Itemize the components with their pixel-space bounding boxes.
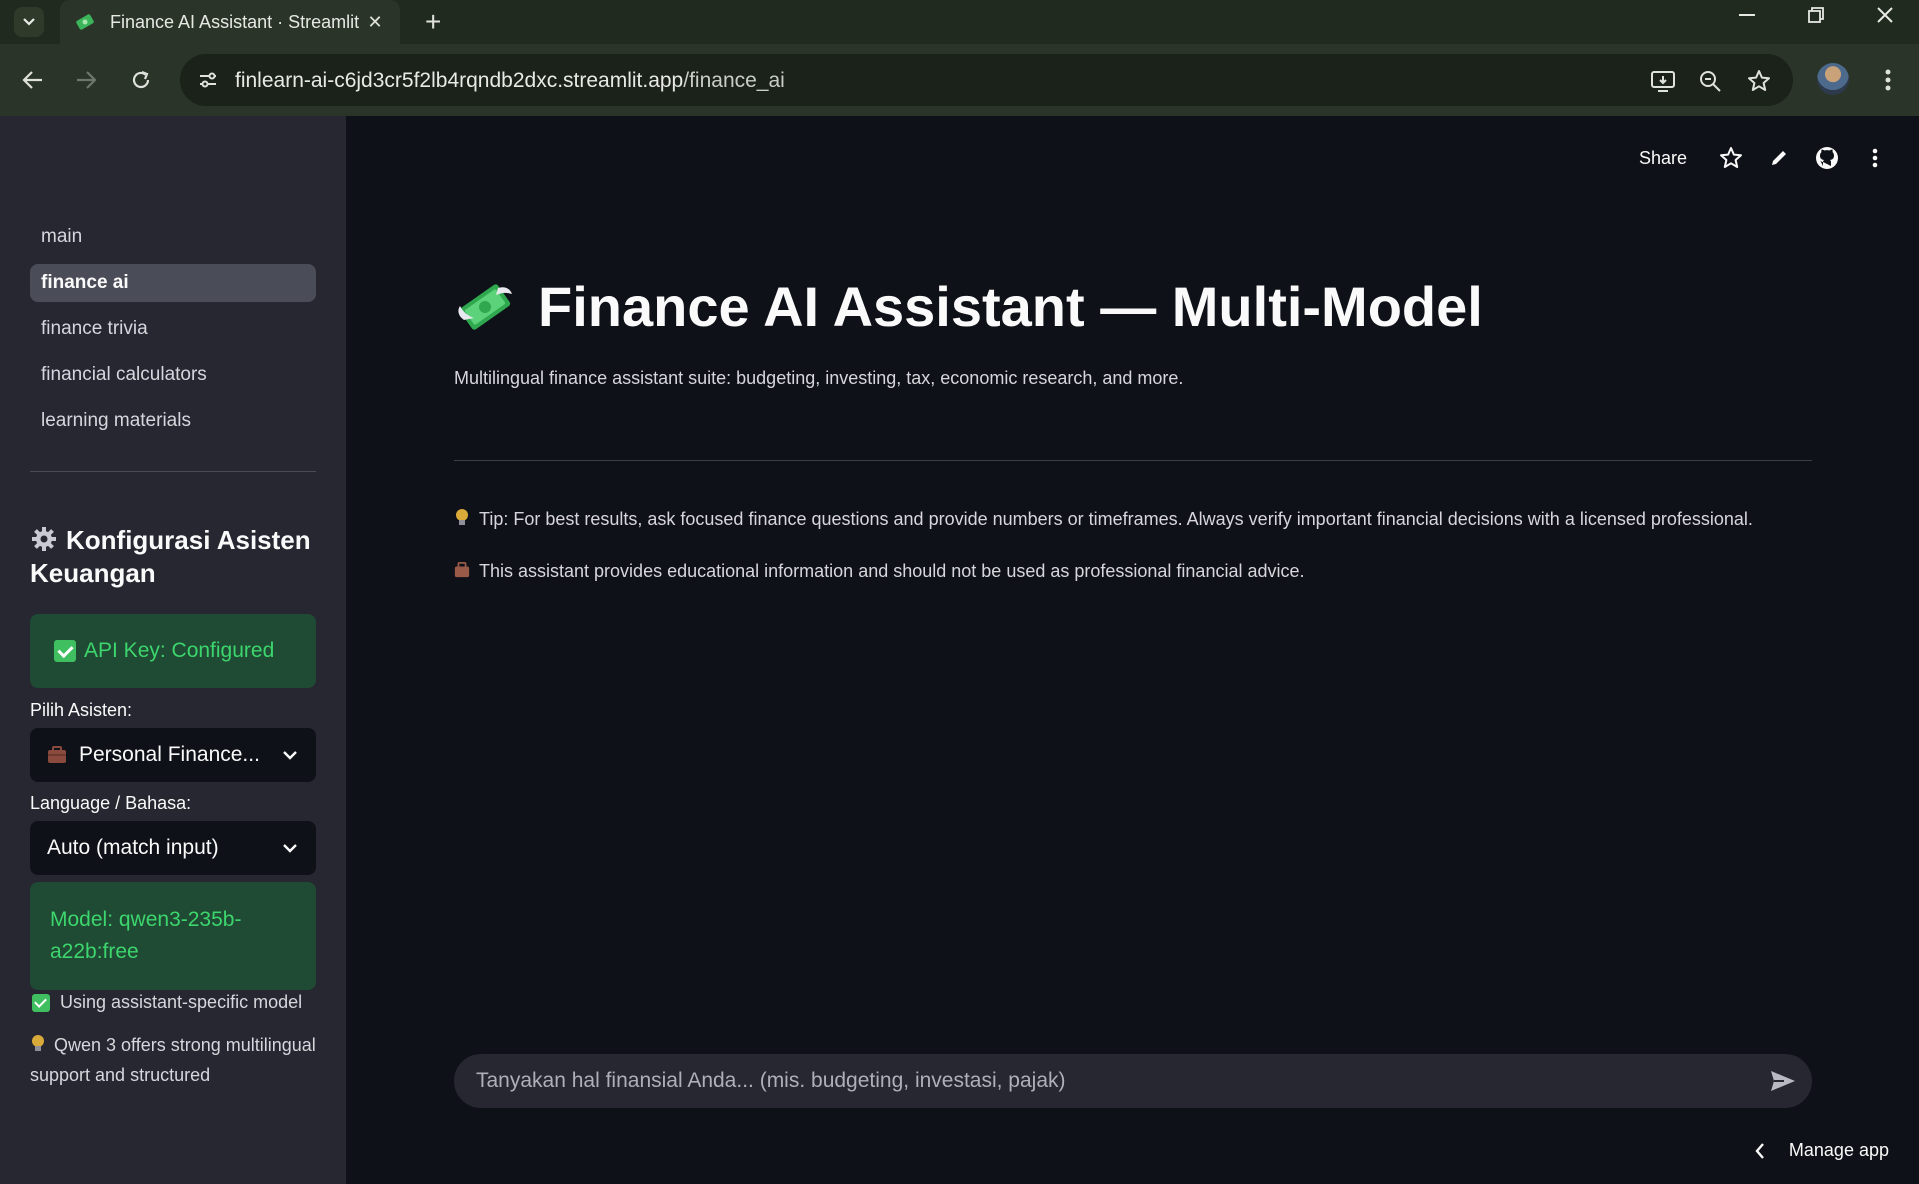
url-host: finlearn-ai-c6jd3cr5f2lb4rqndb2dxc.strea… — [235, 69, 684, 92]
page-title: Finance AI Assistant — Multi-Model — [454, 274, 1483, 339]
restore-icon[interactable] — [1792, 0, 1840, 30]
reload-icon[interactable] — [125, 64, 157, 96]
address-bar[interactable]: finlearn-ai-c6jd3cr5f2lb4rqndb2dxc.strea… — [180, 54, 1793, 106]
api-key-status-text: API Key: Configured — [84, 639, 275, 662]
language-select-value: Auto (match input) — [47, 836, 219, 859]
sidebar-heading: Konfigurasi Asisten Keuangan — [30, 524, 330, 590]
browser-tab[interactable]: Finance AI Assistant · Streamlit ✕ — [60, 0, 400, 44]
model-check-text: Using assistant-specific model — [60, 992, 303, 1012]
page-subtitle: Multilingual finance assistant suite: bu… — [454, 368, 1184, 388]
browser-tab-bar: Finance AI Assistant · Streamlit ✕ + — [0, 0, 1919, 44]
main-content: Share Finance AI Assistant — Multi-Model… — [346, 116, 1919, 1184]
lightbulb-icon — [456, 509, 468, 525]
api-key-status: API Key: Configured — [30, 614, 316, 688]
zoom-icon[interactable] — [1696, 67, 1724, 95]
send-icon[interactable] — [1768, 1067, 1798, 1095]
tab-search-button[interactable] — [14, 7, 44, 37]
new-tab-icon[interactable]: + — [425, 6, 441, 38]
main-divider — [454, 460, 1812, 461]
checkmark-icon — [32, 993, 50, 1012]
sidebar-divider — [30, 471, 316, 472]
money-with-wings-icon — [458, 283, 512, 330]
disclaimer-text: This assistant provides educational info… — [454, 560, 1305, 582]
chevron-down-icon — [23, 18, 35, 26]
chat-input-container — [454, 1054, 1812, 1108]
lightbulb-icon — [32, 1035, 44, 1051]
nav-item-learning-materials[interactable]: learning materials — [30, 402, 316, 440]
assistant-select[interactable]: Personal Finance... — [30, 728, 316, 782]
chevron-down-icon — [280, 838, 300, 858]
profile-avatar[interactable] — [1817, 63, 1849, 95]
bookmark-star-icon[interactable] — [1745, 67, 1773, 95]
minimize-icon[interactable] — [1723, 0, 1771, 30]
forward-icon[interactable] — [70, 64, 102, 96]
url-path: /finance_ai — [683, 69, 785, 92]
chevron-left-icon — [1755, 1141, 1771, 1161]
tab-title: Finance AI Assistant · Streamlit — [110, 11, 360, 32]
chevron-down-icon — [280, 745, 300, 765]
model-info-text: Model: qwen3-235b-a22b:free — [50, 908, 242, 963]
briefcase-icon — [48, 746, 66, 763]
nav-item-finance-ai[interactable]: finance ai — [30, 264, 316, 302]
checkmark-icon — [54, 640, 76, 662]
money-favicon-icon — [74, 11, 96, 33]
nav-item-financial-calculators[interactable]: financial calculators — [30, 356, 316, 394]
sidebar-heading-text: Konfigurasi Asisten Keuangan — [30, 525, 311, 588]
language-label: Language / Bahasa: — [30, 793, 192, 813]
site-info-icon[interactable] — [194, 66, 222, 94]
disclaimer-text-content: This assistant provides educational info… — [479, 561, 1305, 581]
tip-text-content: Tip: For best results, ask focused finan… — [479, 509, 1753, 529]
gear-icon — [32, 527, 56, 551]
edit-pencil-icon[interactable] — [1765, 144, 1793, 172]
star-icon[interactable] — [1717, 144, 1745, 172]
assistant-select-value: Personal Finance... — [79, 743, 260, 766]
nav-item-main[interactable]: main — [30, 218, 316, 256]
qwen-note: Qwen 3 offers strong multilingual suppor… — [30, 1030, 330, 1090]
url-text: finlearn-ai-c6jd3cr5f2lb4rqndb2dxc.strea… — [235, 69, 785, 93]
chat-input[interactable] — [476, 1054, 1726, 1108]
page-nav: main finance ai finance trivia financial… — [30, 218, 316, 448]
qwen-note-text: Qwen 3 offers strong multilingual suppor… — [30, 1035, 316, 1085]
tip-text: Tip: For best results, ask focused finan… — [454, 508, 1753, 530]
model-check-row: Using assistant-specific model — [32, 992, 302, 1013]
close-window-icon[interactable] — [1861, 0, 1909, 30]
language-select[interactable]: Auto (match input) — [30, 821, 316, 875]
install-app-icon[interactable] — [1649, 67, 1677, 95]
page-title-text: Finance AI Assistant — Multi-Model — [538, 275, 1483, 338]
nav-item-finance-trivia[interactable]: finance trivia — [30, 310, 316, 348]
browser-toolbar: finlearn-ai-c6jd3cr5f2lb4rqndb2dxc.strea… — [0, 44, 1919, 116]
manage-app-label: Manage app — [1788, 1140, 1889, 1160]
browser-menu-icon[interactable] — [1872, 64, 1904, 96]
back-icon[interactable] — [17, 64, 49, 96]
app-menu-icon[interactable] — [1861, 144, 1889, 172]
close-tab-icon[interactable]: ✕ — [364, 12, 386, 33]
manage-app-button[interactable]: Manage app — [1755, 1140, 1889, 1161]
sidebar: main finance ai finance trivia financial… — [0, 116, 346, 1184]
github-icon[interactable] — [1813, 144, 1841, 172]
model-info-box: Model: qwen3-235b-a22b:free — [30, 882, 316, 990]
app-toolbar: Share — [1639, 144, 1889, 172]
assistant-label: Pilih Asisten: — [30, 700, 133, 720]
share-button[interactable]: Share — [1639, 148, 1687, 169]
briefcase-icon — [454, 562, 470, 578]
